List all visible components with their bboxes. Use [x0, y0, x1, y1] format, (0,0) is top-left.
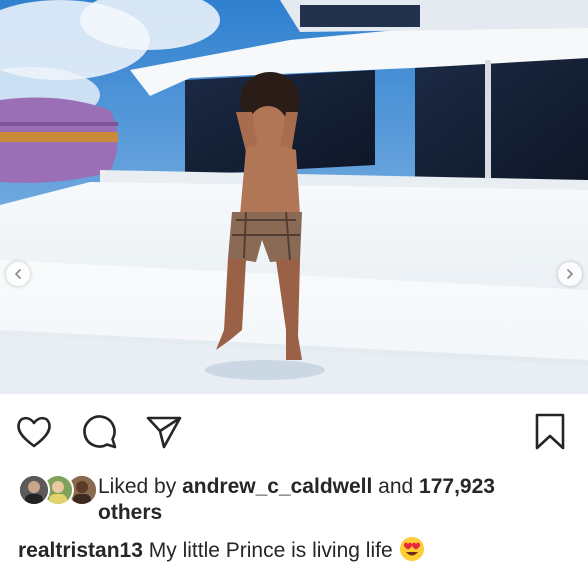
comment-icon — [83, 415, 117, 449]
likes-middle: and — [372, 475, 420, 498]
avatar — [18, 474, 50, 506]
likes-count: 177,923 — [419, 475, 495, 498]
likes-prefix: Liked by — [98, 475, 183, 498]
like-button[interactable] — [14, 412, 54, 452]
caption-username-link[interactable]: realtristan13 — [18, 539, 143, 562]
bookmark-icon — [535, 413, 565, 450]
likes-suffix: others — [98, 501, 163, 524]
post-action-bar — [0, 394, 588, 468]
likes-text: Liked by andrew_c_caldwell and 177,923 ot… — [98, 474, 558, 526]
save-button[interactable] — [530, 412, 570, 452]
carousel-prev-button[interactable] — [6, 262, 30, 286]
carousel-next-button[interactable] — [558, 262, 582, 286]
caption-text: My little Prince is living life — [142, 539, 393, 562]
post-caption: realtristan13 My little Prince is living… — [18, 536, 425, 565]
liker-avatars[interactable] — [18, 474, 98, 506]
comment-button[interactable] — [80, 412, 120, 452]
yacht-photo-illustration — [0, 0, 588, 394]
share-button[interactable] — [144, 412, 184, 452]
chevron-left-icon — [15, 269, 21, 279]
chevron-right-icon — [567, 269, 573, 279]
heart-icon — [17, 416, 51, 448]
post-photo[interactable] — [0, 0, 588, 394]
heart-eyes-emoji-icon — [399, 536, 425, 562]
paper-plane-icon — [146, 416, 182, 449]
liker-username-link[interactable]: andrew_c_caldwell — [182, 475, 372, 498]
avatar-person-icon — [20, 476, 48, 504]
instagram-post: Liked by andrew_c_caldwell and 177,923 ot… — [0, 0, 588, 571]
